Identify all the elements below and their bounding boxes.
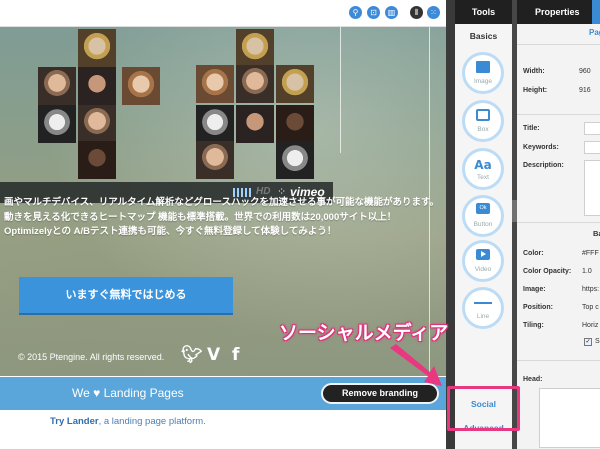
face-photo (236, 105, 274, 143)
try-lander-note: Try Lander, a landing page platform. (50, 416, 206, 427)
image-icon (476, 61, 490, 73)
branding-bar: We ♥ Landing Pages Remove branding (0, 377, 446, 410)
tiling-label: Tiling: (523, 322, 544, 329)
vine-icon[interactable]: V (207, 345, 220, 365)
branding-tagline: We ♥ Landing Pages (72, 386, 184, 400)
basics-section-title: Basics (469, 31, 498, 41)
face-photo (196, 65, 234, 103)
width-label: Width: (523, 68, 545, 75)
feature-text-line: Optimizelyとの A/Bテスト連携も可能、今すぐ無料登録して体験してみよ… (4, 226, 337, 237)
facebook-icon[interactable]: f (232, 345, 239, 365)
text-tool-label: Text (477, 174, 489, 181)
keywords-label: Keywords: (523, 144, 559, 151)
signup-cta-button[interactable]: いますぐ無料ではじめる (19, 277, 233, 313)
color-opacity-label: Color Opacity: (523, 268, 572, 275)
background-section-title: Ba (593, 229, 600, 238)
face-photo (236, 65, 274, 103)
image-label: Image: (523, 286, 546, 293)
title-field[interactable] (584, 122, 600, 135)
tools-panel: Tools Basics Image Box Aa Text Ok Button… (455, 0, 512, 449)
color-input[interactable]: #FFF (582, 250, 599, 257)
tools-panel-title: Tools (455, 0, 512, 24)
color-label: Color: (523, 250, 544, 257)
divider (517, 44, 600, 45)
line-icon (474, 302, 492, 304)
face-photo (196, 141, 234, 179)
image-tool[interactable]: Image (462, 52, 504, 94)
twitter-icon[interactable]: 🐦︎ (181, 345, 203, 365)
face-photo (276, 141, 314, 179)
divider (517, 222, 600, 223)
box-icon (476, 109, 490, 121)
line-tool-label: Line (476, 313, 490, 320)
annotation-arrow (390, 344, 442, 386)
line-tool[interactable]: Line (462, 287, 504, 329)
head-label: Head: (523, 376, 543, 383)
face-photo (276, 105, 314, 143)
box-tool-label: Box (477, 126, 489, 133)
text-tool[interactable]: Aa Text (462, 148, 504, 190)
face-photo (122, 67, 160, 105)
head-code-field[interactable] (539, 388, 600, 448)
height-label: Height: (523, 87, 548, 94)
try-lander-text: , a landing page platform. (98, 416, 206, 427)
height-input[interactable]: 916 (579, 87, 591, 94)
feature-text-line: 画やマルチデバイス、リアルタイム解析などグロースハックを加速させる事が可能な機能… (4, 197, 440, 208)
grid-icon[interactable]: ⁙ (427, 6, 440, 19)
face-photo (276, 65, 314, 103)
annotation-label: ソーシャルメディア (279, 323, 449, 344)
video-tool-label: Video (474, 266, 492, 273)
video-icon (476, 249, 490, 260)
color-opacity-input[interactable]: 1.0 (582, 268, 592, 275)
copyright-text: © 2015 Ptengine. All rights reserved. (18, 352, 165, 362)
width-input[interactable]: 960 (579, 68, 591, 75)
guide-line (340, 27, 341, 153)
scroll-checkbox-label: S (595, 338, 600, 345)
tab-page[interactable]: Pag (589, 28, 600, 37)
scroll-checkbox[interactable]: ✓ (584, 338, 592, 346)
keywords-field[interactable] (584, 141, 600, 154)
title-label: Title: (523, 125, 540, 132)
box-tool[interactable]: Box (462, 100, 504, 142)
face-photo (78, 67, 116, 105)
text-icon: Aa (474, 158, 492, 172)
lock-icon[interactable]: ⊡ (367, 6, 380, 19)
properties-title-text: Properties (535, 7, 580, 17)
button-icon: Ok (476, 203, 490, 214)
position-label: Position: (523, 304, 553, 311)
face-photo (196, 105, 234, 143)
trash-icon[interactable]: ▥ (385, 6, 398, 19)
button-tool-label: Button (473, 221, 493, 228)
try-lander-link[interactable]: Try Lander (50, 416, 99, 427)
image-url-input[interactable]: https: (582, 286, 599, 293)
face-photo (236, 29, 274, 67)
face-photo (38, 67, 76, 105)
description-field[interactable] (584, 160, 600, 216)
image-tool-label: Image (473, 78, 493, 85)
video-tool[interactable]: Video (462, 240, 504, 282)
pin-icon[interactable]: ⚲ (349, 6, 362, 19)
button-tool[interactable]: Ok Button (462, 195, 504, 237)
canvas-toolbar: ⚲ ⊡ ▥ ⦀ ⁙ (0, 0, 446, 27)
description-label: Description: (523, 162, 564, 169)
social-highlight-box (447, 386, 520, 431)
feature-text-line: 動きを見える化できるヒートマップ 機能も標準搭載。世界での利用数は20,000サ… (4, 212, 397, 223)
face-photo (78, 141, 116, 179)
face-photo (78, 29, 116, 67)
properties-accent (592, 0, 600, 24)
face-photo (38, 105, 76, 143)
columns-icon[interactable]: ⦀ (410, 6, 423, 19)
page-canvas: ⚲ ⊡ ▥ ⦀ ⁙ HD ⁘ vimeo 画やマルチデバイス、リアルタイム解析な… (0, 0, 446, 449)
properties-panel-title: Properties (517, 0, 600, 24)
position-select[interactable]: Top c (582, 304, 599, 311)
divider (517, 114, 600, 115)
face-photo (78, 105, 116, 143)
properties-panel: Properties Pag Width: 960 Height: 916 Ti… (517, 0, 600, 449)
divider (517, 360, 600, 361)
tiling-select[interactable]: Horiz (582, 322, 598, 329)
